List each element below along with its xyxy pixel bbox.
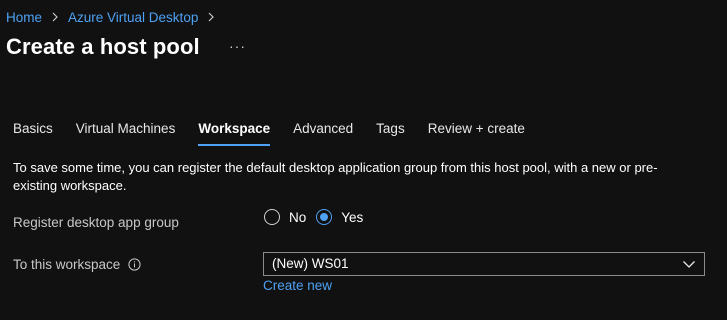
tab-basics[interactable]: Basics: [13, 120, 53, 146]
register-app-group-radio-group: No Yes: [264, 209, 373, 225]
radio-yes-circle[interactable]: [316, 209, 333, 225]
chevron-right-icon: [208, 12, 215, 22]
radio-no-label[interactable]: No: [289, 210, 306, 225]
workspace-field-label: To this workspace: [13, 257, 141, 272]
tab-review-create[interactable]: Review + create: [428, 120, 525, 146]
breadcrumb-azure-virtual-desktop[interactable]: Azure Virtual Desktop: [68, 10, 198, 25]
workspace-select[interactable]: (New) WS01: [263, 252, 705, 276]
register-app-group-label: Register desktop app group: [13, 215, 179, 230]
info-icon[interactable]: [128, 258, 141, 271]
chevron-down-icon: [683, 261, 695, 268]
workspace-description: To save some time, you can register the …: [13, 160, 658, 193]
breadcrumb-home[interactable]: Home: [6, 10, 42, 25]
workspace-field-label-text: To this workspace: [13, 257, 121, 272]
breadcrumb: Home Azure Virtual Desktop: [6, 8, 217, 26]
radio-no-circle[interactable]: [264, 209, 280, 225]
register-app-group-label-text: Register desktop app group: [13, 215, 179, 230]
tab-tags[interactable]: Tags: [376, 120, 405, 146]
chevron-right-icon: [52, 12, 58, 22]
more-icon[interactable]: ···: [229, 38, 246, 54]
radio-no[interactable]: No: [264, 209, 306, 225]
radio-yes[interactable]: Yes: [316, 209, 363, 225]
tab-virtual-machines[interactable]: Virtual Machines: [76, 120, 176, 146]
radio-yes-label[interactable]: Yes: [341, 210, 363, 225]
tab-workspace[interactable]: Workspace: [198, 120, 270, 146]
create-new-link[interactable]: Create new: [263, 278, 332, 293]
tab-bar: Basics Virtual Machines Workspace Advanc…: [13, 120, 548, 146]
page-title: Create a host pool: [6, 34, 200, 59]
workspace-select-value: (New) WS01: [272, 256, 349, 271]
tab-advanced[interactable]: Advanced: [293, 120, 353, 146]
